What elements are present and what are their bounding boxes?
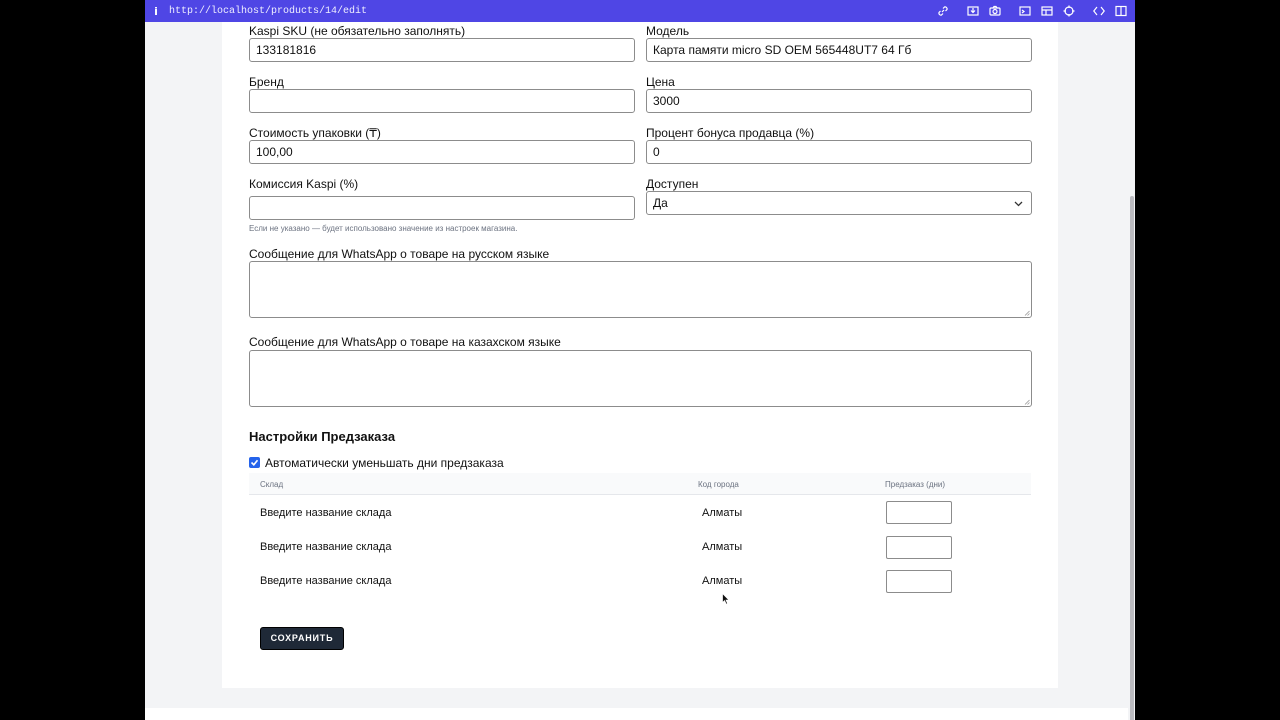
auto-decrease-checkbox[interactable] xyxy=(249,457,260,468)
packaging-cost-input[interactable]: 100,00 xyxy=(249,140,635,164)
model-label: Модель xyxy=(646,24,690,38)
target-icon[interactable] xyxy=(1061,3,1077,19)
kaspi-commission-hint: Если не указано — будет использовано зна… xyxy=(249,224,518,233)
city-code: Алматы xyxy=(702,575,743,587)
available-select[interactable]: Да xyxy=(646,191,1032,215)
whatsapp-kz-label: Сообщение для WhatsApp о товаре на казах… xyxy=(249,335,561,349)
column-city-code: Код города xyxy=(698,480,739,489)
model-input[interactable]: Карта памяти micro SD OEM 565448UT7 64 Г… xyxy=(646,38,1032,62)
mouse-cursor-icon xyxy=(722,593,730,605)
packaging-cost-label: Стоимость упаковки (₸) xyxy=(249,126,381,140)
kaspi-commission-input[interactable] xyxy=(249,196,635,220)
edit-product-form: Kaspi SKU (не обязательно заполнять) 133… xyxy=(222,22,1058,688)
resize-grip-icon[interactable] xyxy=(1024,310,1030,316)
scrollbar-thumb[interactable] xyxy=(1130,196,1134,720)
sidebar-icon[interactable] xyxy=(1113,3,1129,19)
address-bar[interactable]: http://localhost/products/14/edit xyxy=(169,6,367,17)
camera-icon[interactable] xyxy=(987,3,1003,19)
kaspi-sku-input[interactable]: 133181816 xyxy=(249,38,635,62)
kaspi-commission-label: Комиссия Kaspi (%) xyxy=(249,177,359,191)
chevron-down-icon xyxy=(1014,201,1023,207)
brand-label: Бренд xyxy=(249,75,284,89)
whatsapp-kz-textarea[interactable] xyxy=(249,350,1032,407)
browser-window: i http://localhost/products/14/edit Kasp… xyxy=(145,0,1135,720)
save-button[interactable]: СОХРАНИТЬ xyxy=(260,627,344,650)
expand-icon[interactable] xyxy=(1091,3,1107,19)
whatsapp-ru-textarea[interactable] xyxy=(249,261,1032,318)
warehouse-name[interactable]: Введите название склада xyxy=(260,541,391,553)
browser-toolbar: i http://localhost/products/14/edit xyxy=(145,0,1135,22)
preorder-section-title: Настройки Предзаказа xyxy=(249,429,396,444)
seller-bonus-label: Процент бонуса продавца (%) xyxy=(646,126,815,140)
auto-decrease-label: Автоматически уменьшать дни предзаказа xyxy=(265,456,504,470)
brand-input[interactable] xyxy=(249,89,635,113)
checkmark-icon xyxy=(250,459,259,466)
scrollbar-track[interactable] xyxy=(1128,22,1135,720)
preorder-days-input[interactable] xyxy=(886,501,952,524)
info-icon[interactable]: i xyxy=(145,5,167,18)
city-code: Алматы xyxy=(702,541,743,553)
layout-icon[interactable] xyxy=(1039,3,1055,19)
price-label: Цена xyxy=(646,75,675,89)
browser-tools xyxy=(929,3,1129,19)
download-icon[interactable] xyxy=(965,3,981,19)
resize-grip-icon[interactable] xyxy=(1024,399,1030,405)
terminal-icon[interactable] xyxy=(1017,3,1033,19)
whatsapp-ru-label: Сообщение для WhatsApp о товаре на русск… xyxy=(249,247,550,261)
column-preorder-days: Предзаказ (дни) xyxy=(885,480,946,489)
seller-bonus-input[interactable]: 0 xyxy=(646,140,1032,164)
preorder-days-input[interactable] xyxy=(886,536,952,559)
preorder-days-input[interactable] xyxy=(886,570,952,593)
kaspi-sku-label: Kaspi SKU (не обязательно заполнять) xyxy=(249,24,466,38)
page-bottom-strip xyxy=(145,708,1135,720)
city-code: Алматы xyxy=(702,507,743,519)
price-input[interactable]: 3000 xyxy=(646,89,1032,113)
available-selected-value: Да xyxy=(653,196,668,210)
available-label: Доступен xyxy=(646,177,699,191)
warehouse-name[interactable]: Введите название склада xyxy=(260,575,391,587)
warehouse-name[interactable]: Введите название склада xyxy=(260,507,391,519)
preorder-table-header: Склад Код города Предзаказ (дни) xyxy=(249,473,1031,495)
column-warehouse: Склад xyxy=(260,480,284,489)
link-icon[interactable] xyxy=(935,3,951,19)
